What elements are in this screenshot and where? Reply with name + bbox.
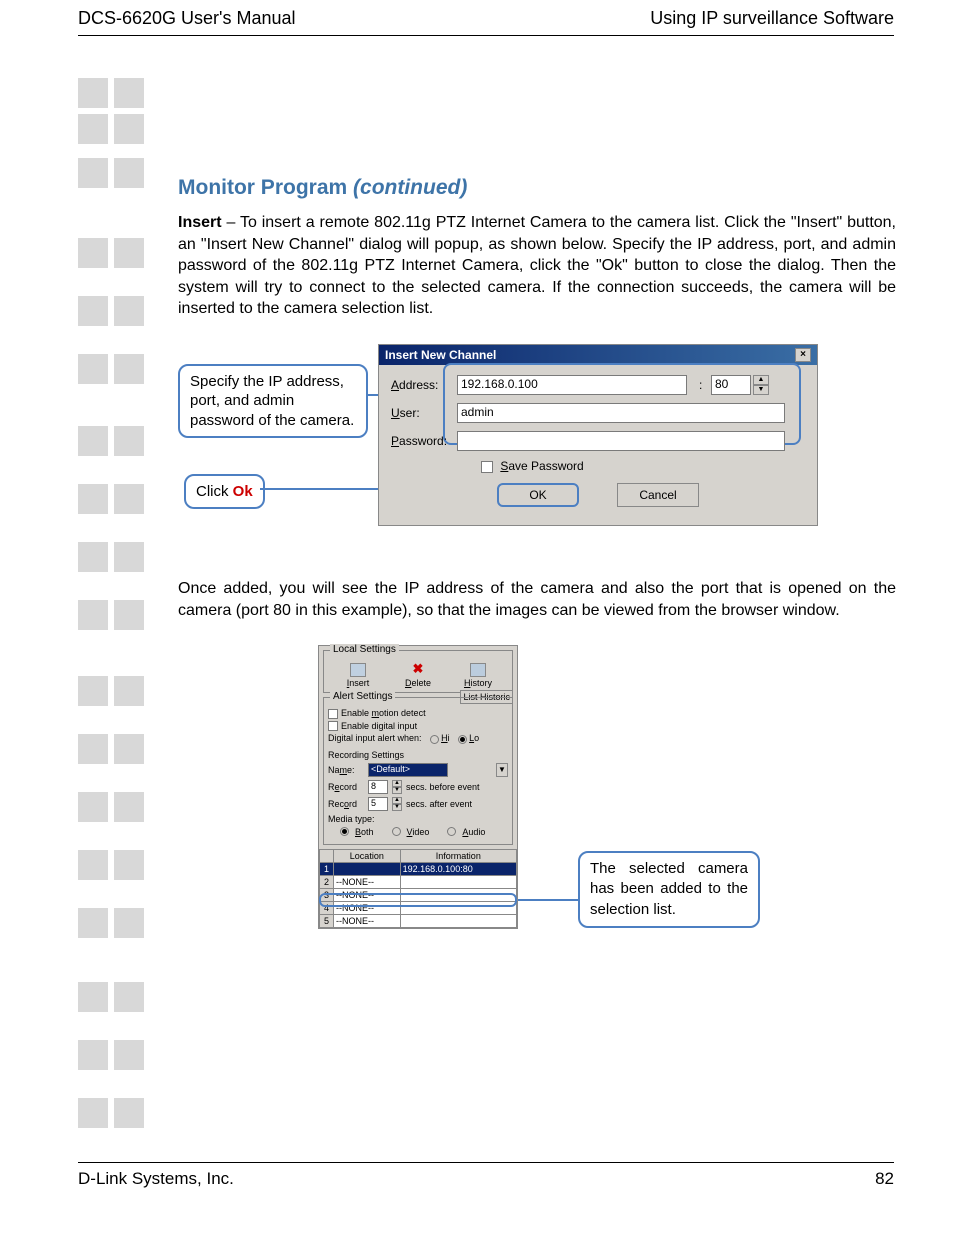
table-row[interactable]: 4--NONE-- [320,901,517,914]
audio-radio[interactable] [447,827,456,836]
header-left: DCS-6620G User's Manual [78,8,296,29]
record-after-label: Record [328,799,364,809]
close-icon[interactable]: × [795,348,811,362]
callout-click-ok: Click Ok [184,474,265,510]
insert-body: – To insert a remote 802.11g PTZ Interne… [178,214,896,317]
address-label: Address: [391,378,453,392]
port-spinner[interactable]: ▲▼ [753,375,769,395]
both-radio[interactable] [340,827,349,836]
enable-digital-label: Enable digital input [341,721,417,731]
hi-radio[interactable] [430,735,439,744]
settings-panel: Local Settings Insert ✖Delete History Li… [318,645,518,928]
user-input[interactable]: admin [457,403,785,423]
video-radio[interactable] [392,827,401,836]
record-before-label: Record [328,782,364,792]
callout-added: The selected camera has been added to th… [578,851,760,928]
page-number: 82 [875,1169,894,1189]
insert-lead: Insert [178,214,222,231]
record-before-input[interactable]: 8 [368,780,388,794]
callout-ok-word: Ok [233,483,253,500]
paragraph-once-added: Once added, you will see the IP address … [178,578,896,621]
callout-specify: Specify the IP address, port, and admin … [178,364,368,439]
heading-main: Monitor Program [178,176,353,199]
enable-motion-label: Enable motion detect [341,708,426,718]
save-password-label: Save Password [500,459,583,473]
save-password-checkbox[interactable] [481,461,493,473]
password-input[interactable] [457,431,785,451]
heading-continued: (continued) [353,176,467,199]
name-dropdown-arrow[interactable]: ▼ [496,763,508,777]
user-label: User: [391,406,453,420]
port-input[interactable]: 80 [711,375,751,395]
ok-button[interactable]: OK [497,483,579,507]
lo-radio[interactable] [458,735,467,744]
footer-company: D-Link Systems, Inc. [78,1169,234,1189]
table-row[interactable]: 1 192.168.0.100:80 [320,862,517,875]
insert-new-channel-dialog: Insert New Channel × Address: 192.168.0.… [378,344,818,526]
recording-settings-label: Recording Settings [328,750,508,760]
col-information: Information [400,849,516,862]
enable-motion-checkbox[interactable] [328,709,338,719]
address-input[interactable]: 192.168.0.100 [457,375,687,395]
record-before-text: secs. before event [406,782,480,792]
record-before-spinner[interactable]: ▲▼ [392,780,402,794]
local-settings-title: Local Settings [330,644,399,655]
delete-icon: ✖ [410,663,426,677]
name-label: Name: [328,765,364,775]
table-row[interactable]: 2--NONE-- [320,875,517,888]
cancel-button[interactable]: Cancel [617,483,699,507]
enable-digital-checkbox[interactable] [328,721,338,731]
insert-icon [350,663,366,677]
history-button[interactable]: History [453,663,503,688]
both-label: Both [355,827,374,837]
lo-label: Lo [469,733,479,743]
hi-label: Hi [441,733,450,743]
digital-when-label: Digital input alert when: [328,733,422,743]
insert-button[interactable]: Insert [333,663,383,688]
audio-label: Audio [462,827,485,837]
header-right: Using IP surveillance Software [650,8,894,29]
record-after-input[interactable]: 5 [368,797,388,811]
col-location: Location [334,849,401,862]
history-icon [470,663,486,677]
media-type-label: Media type: [328,814,508,824]
section-heading: Monitor Program (continued) [178,176,896,200]
table-row[interactable]: 5--NONE-- [320,914,517,927]
video-label: Video [407,827,430,837]
decorative-squares [78,78,148,1158]
dialog-title: Insert New Channel [385,348,496,362]
paragraph-insert: Insert – To insert a remote 802.11g PTZ … [178,212,896,320]
alert-settings-title: Alert Settings [330,691,395,702]
callout-ok-prefix: Click [196,483,233,500]
record-after-spinner[interactable]: ▲▼ [392,797,402,811]
camera-table: Location Information 1 192.168.0.100:80 … [319,849,517,928]
delete-button[interactable]: ✖Delete [393,663,443,688]
table-row[interactable]: 3--NONE-- [320,888,517,901]
record-after-text: secs. after event [406,799,472,809]
password-label: Password: [391,434,453,448]
name-dropdown[interactable]: <Default> [368,763,448,777]
